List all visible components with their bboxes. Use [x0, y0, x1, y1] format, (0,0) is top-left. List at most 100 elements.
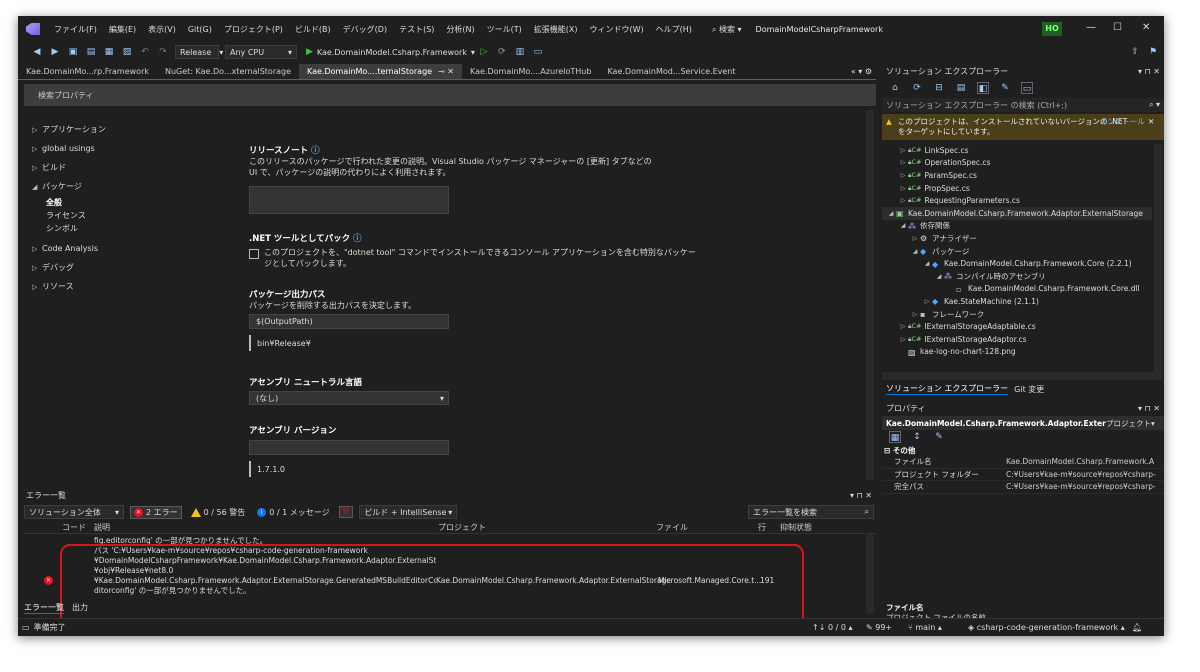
- tree-node[interactable]: ▫ Kae.DomainModel.Csharp.Framework.Core.d…: [882, 283, 1152, 296]
- properties-category[interactable]: ⊟ その他: [882, 444, 1164, 456]
- panel-controls-icon[interactable]: ▾ ⊓ ✕: [1138, 67, 1160, 76]
- collapse-icon[interactable]: ⊟: [933, 82, 945, 94]
- nav-application[interactable]: ▷ アプリケーション: [32, 120, 222, 139]
- output-path-input[interactable]: $(OutputPath): [249, 314, 449, 329]
- config-dropdown[interactable]: Release ▾: [175, 45, 223, 59]
- menu-item[interactable]: ツール(T): [481, 24, 528, 35]
- menu-item[interactable]: 編集(E): [103, 24, 142, 35]
- dotnet-tool-checkbox[interactable]: [249, 249, 259, 259]
- search-button[interactable]: ⌕ 検索 ▾: [706, 24, 748, 35]
- new-project-icon[interactable]: ▣: [67, 46, 79, 58]
- property-row[interactable]: 完全パス C:¥Users¥kae-m¥source¥repos¥csharp-c: [882, 481, 1164, 494]
- switch-view-icon[interactable]: ◧: [977, 82, 989, 94]
- tree-node[interactable]: ▷ ⚙ アナライザー: [882, 232, 1152, 245]
- properties-scrollbar[interactable]: [866, 110, 874, 480]
- document-tab[interactable]: NuGet: Kae.Do...xternalStorage: [157, 64, 299, 79]
- tree-node[interactable]: ▷ ▪ フレームワーク: [882, 308, 1152, 321]
- panel-controls-icon[interactable]: ▾ ⊓ ✕: [850, 491, 872, 500]
- error-search-input[interactable]: エラー一覧を検索 ⌕: [748, 505, 874, 519]
- document-tab[interactable]: Kae.DomainMo...rp.Framework: [18, 64, 157, 79]
- toolbox-icon[interactable]: ▥: [514, 46, 526, 58]
- tree-node[interactable]: ◢ ▣ Kae.DomainModel.Csharp.Framework.Adapt…: [882, 206, 1152, 220]
- assembly-version-input[interactable]: [249, 440, 449, 455]
- nav-package-general[interactable]: 全般: [32, 196, 222, 209]
- tab-solution-explorer[interactable]: ソリューション エクスプローラー: [886, 383, 1009, 395]
- filter-icon[interactable]: ⛛: [338, 506, 354, 518]
- minimize-button[interactable]: —: [1086, 22, 1096, 33]
- back-icon[interactable]: ◀: [31, 46, 43, 58]
- platform-dropdown[interactable]: Any CPU ▾: [225, 45, 297, 59]
- document-tab[interactable]: Kae.DomainMo....AzureIoTHub: [462, 64, 599, 79]
- menu-item[interactable]: ビルド(B): [289, 24, 337, 35]
- nav-package-license[interactable]: ライセンス: [32, 209, 222, 222]
- help-icon[interactable]: ⓘ: [311, 146, 320, 156]
- menu-item[interactable]: Git(G): [182, 25, 218, 34]
- save-all-icon[interactable]: ▧: [121, 46, 133, 58]
- close-window-button[interactable]: ✕: [1142, 22, 1150, 33]
- property-pages-icon[interactable]: ✎: [933, 431, 945, 443]
- close-tab-icon[interactable]: ⊸ ✕: [438, 67, 454, 76]
- menu-item[interactable]: ファイル(F): [48, 24, 103, 35]
- col-file[interactable]: ファイル: [656, 522, 688, 533]
- tree-node[interactable]: ▷ 🔒︎C# IExternalStorageAdaptable.cs: [882, 320, 1152, 333]
- home-icon[interactable]: ⌂: [889, 82, 901, 94]
- scope-dropdown[interactable]: ソリューション全体 ▾: [24, 505, 124, 519]
- caret-down-icon[interactable]: ◢: [898, 222, 908, 229]
- help-icon[interactable]: ⓘ: [353, 234, 362, 244]
- caret-right-icon[interactable]: ▷: [910, 235, 920, 242]
- release-notes-input[interactable]: [249, 186, 449, 214]
- nav-code-analysis[interactable]: ▷ Code Analysis: [32, 239, 222, 258]
- caret-down-icon[interactable]: ◢: [886, 210, 896, 217]
- solution-tree-scrollbar[interactable]: [1154, 144, 1162, 372]
- start-without-debug-icon[interactable]: ▷: [478, 46, 490, 58]
- notifications-icon[interactable]: 🔔︎: [1132, 623, 1142, 632]
- tree-node[interactable]: ▷ 🔒︎C# ParamSpec.cs: [882, 169, 1152, 182]
- col-project[interactable]: プロジェクト: [438, 522, 486, 533]
- caret-right-icon[interactable]: ▷: [898, 323, 908, 330]
- redo-icon[interactable]: ↷: [157, 46, 169, 58]
- maximize-button[interactable]: ☐: [1113, 22, 1122, 33]
- tab-output[interactable]: 出力: [72, 602, 88, 614]
- caret-down-icon[interactable]: ◢: [922, 260, 932, 267]
- nav-package-symbols[interactable]: シンボル: [32, 222, 222, 235]
- tree-node[interactable]: ▷ 🔒︎C# PropSpec.cs: [882, 182, 1152, 195]
- tree-node[interactable]: ▨ kae-log-no-chart-128.png: [882, 346, 1152, 359]
- error-list-scrollbar[interactable]: [866, 534, 874, 614]
- solution-explorer-search[interactable]: ソリューション エクスプローラー の検索 (Ctrl+;) ⌕ ▾: [882, 98, 1164, 112]
- preview-icon[interactable]: ▭: [1021, 82, 1033, 94]
- warnings-filter-button[interactable]: 0 / 56 警告: [188, 507, 249, 518]
- col-line[interactable]: 行: [758, 522, 766, 533]
- menu-item[interactable]: ヘルプ(H): [650, 24, 698, 35]
- property-row[interactable]: ファイル名 Kae.DomainModel.Csharp.Framework.A: [882, 456, 1164, 469]
- tree-node[interactable]: ◢ ◆ Kae.DomainModel.Csharp.Framework.Core …: [882, 257, 1152, 270]
- panel-controls-icon[interactable]: ▾ ⊓ ✕: [1138, 404, 1160, 413]
- caret-down-icon[interactable]: ◢: [910, 248, 920, 255]
- repo-selector[interactable]: ◈ csharp-code-generation-framework ▴: [968, 623, 1125, 632]
- neutral-language-dropdown[interactable]: (なし) ▾: [249, 391, 449, 405]
- tree-node[interactable]: ◢ ⁂ 依存関係: [882, 220, 1152, 233]
- menu-item[interactable]: 分析(N): [440, 24, 480, 35]
- sync-icon[interactable]: ⟳: [911, 82, 923, 94]
- document-tab[interactable]: Kae.DomainMod...Service.Event: [599, 64, 743, 79]
- feedback-icon[interactable]: ⚑: [1147, 46, 1159, 58]
- branch-selector[interactable]: ⑂ main ▴: [908, 623, 942, 632]
- tree-node[interactable]: ▷ 🔒︎C# OperationSpec.cs: [882, 157, 1152, 170]
- categorized-icon[interactable]: ▦: [889, 431, 901, 443]
- menu-item[interactable]: ウィンドウ(W): [584, 24, 650, 35]
- caret-right-icon[interactable]: ▷: [898, 172, 908, 179]
- tree-node[interactable]: ◢ ⁂ コンパイル時のアセンブリ: [882, 270, 1152, 283]
- properties-wrench-icon[interactable]: ✎: [999, 82, 1011, 94]
- sync-status[interactable]: ↑↓ 0 / 0 ▴: [812, 623, 852, 632]
- caret-right-icon[interactable]: ▷: [898, 197, 908, 204]
- properties-object-selector[interactable]: Kae.DomainModel.Csharp.Framework.Adaptor…: [882, 416, 1164, 430]
- layout-icon[interactable]: ▭: [532, 46, 544, 58]
- live-share-icon[interactable]: ⇪: [1129, 46, 1141, 58]
- messages-filter-button[interactable]: i0 / 1 メッセージ: [254, 507, 332, 518]
- caret-right-icon[interactable]: ▷: [898, 159, 908, 166]
- tab-error-list[interactable]: エラー一覧: [24, 602, 64, 614]
- caret-right-icon[interactable]: ▷: [898, 336, 908, 343]
- tree-node[interactable]: ◢ ◆ パッケージ: [882, 245, 1152, 258]
- nav-debug[interactable]: ▷ デバッグ: [32, 258, 222, 277]
- tree-node[interactable]: ▷ 🔒︎C# IExternalStorageAdaptor.cs: [882, 333, 1152, 346]
- menu-item[interactable]: テスト(S): [393, 24, 440, 35]
